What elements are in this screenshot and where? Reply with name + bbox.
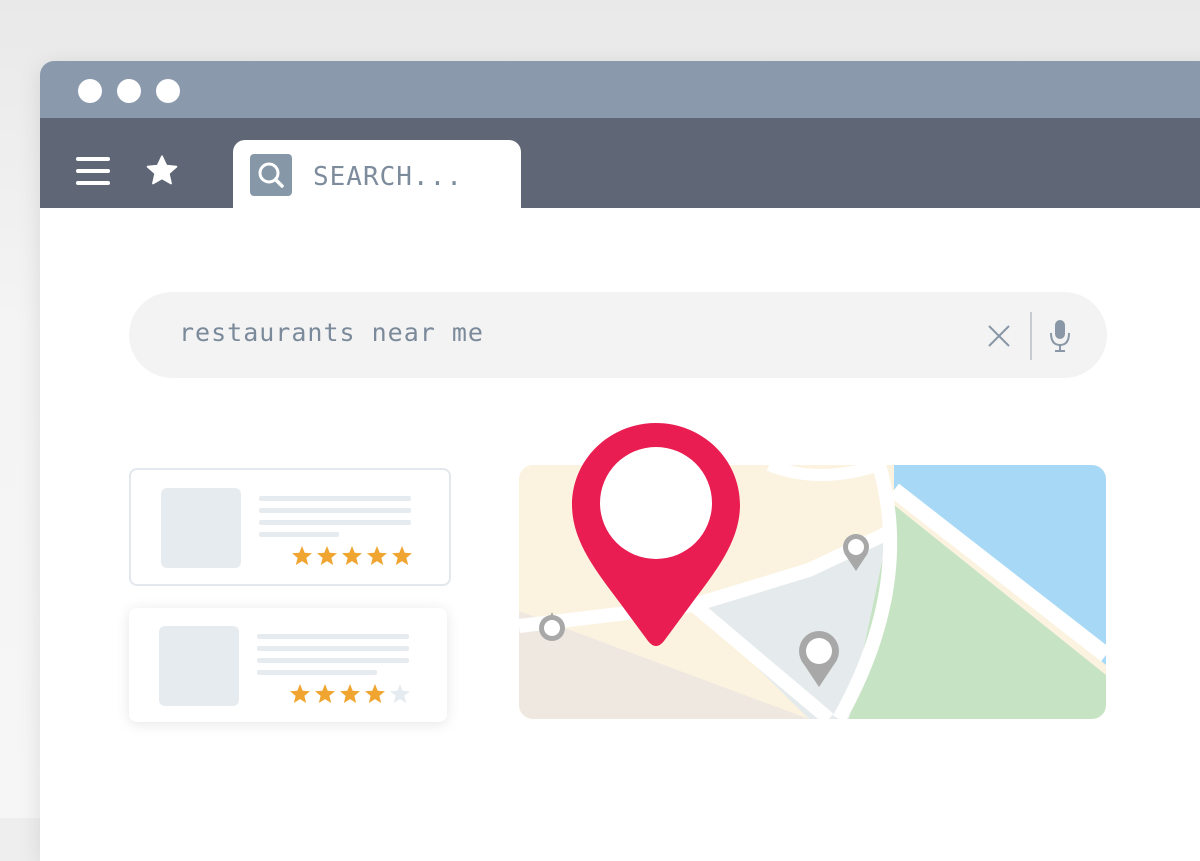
star-rating [292,546,412,565]
star-filled-icon [290,684,310,703]
text-placeholder [257,634,409,639]
star-filled-icon [365,684,385,703]
hamburger-menu-icon[interactable] [76,157,112,187]
window-control-dot[interactable] [156,79,180,103]
text-placeholder [257,646,409,651]
search-input[interactable]: restaurants near me [179,318,484,347]
tab-label: SEARCH... [313,162,463,192]
search-icon[interactable] [250,154,292,196]
close-icon[interactable] [987,324,1011,348]
star-icon[interactable] [144,153,180,189]
window-control-dot[interactable] [78,79,102,103]
star-filled-icon [317,546,337,565]
browser-toolbar [40,118,1200,208]
text-placeholder [259,520,411,525]
microphone-icon[interactable] [1048,318,1072,354]
star-filled-icon [342,546,362,565]
star-rating [290,684,410,703]
search-divider [1030,312,1032,360]
star-filled-icon [367,546,387,565]
text-placeholder [257,670,377,675]
star-filled-icon [315,684,335,703]
text-placeholder [259,508,411,513]
window-control-dot[interactable] [117,79,141,103]
title-bar [40,61,1200,118]
text-placeholder [259,532,339,537]
tab-search[interactable]: SEARCH... [233,140,521,210]
result-card[interactable] [129,468,451,586]
text-placeholder [259,496,411,501]
result-card[interactable] [129,608,447,722]
result-thumbnail [161,488,241,568]
star-empty-icon [390,684,410,703]
star-filled-icon [340,684,360,703]
map-pin-icon[interactable] [570,421,742,651]
browser-window: SEARCH... restaurants near me [40,61,1200,861]
search-bar[interactable]: restaurants near me [129,292,1107,378]
result-thumbnail [159,626,239,706]
star-filled-icon [392,546,412,565]
text-placeholder [257,658,409,663]
star-filled-icon [292,546,312,565]
